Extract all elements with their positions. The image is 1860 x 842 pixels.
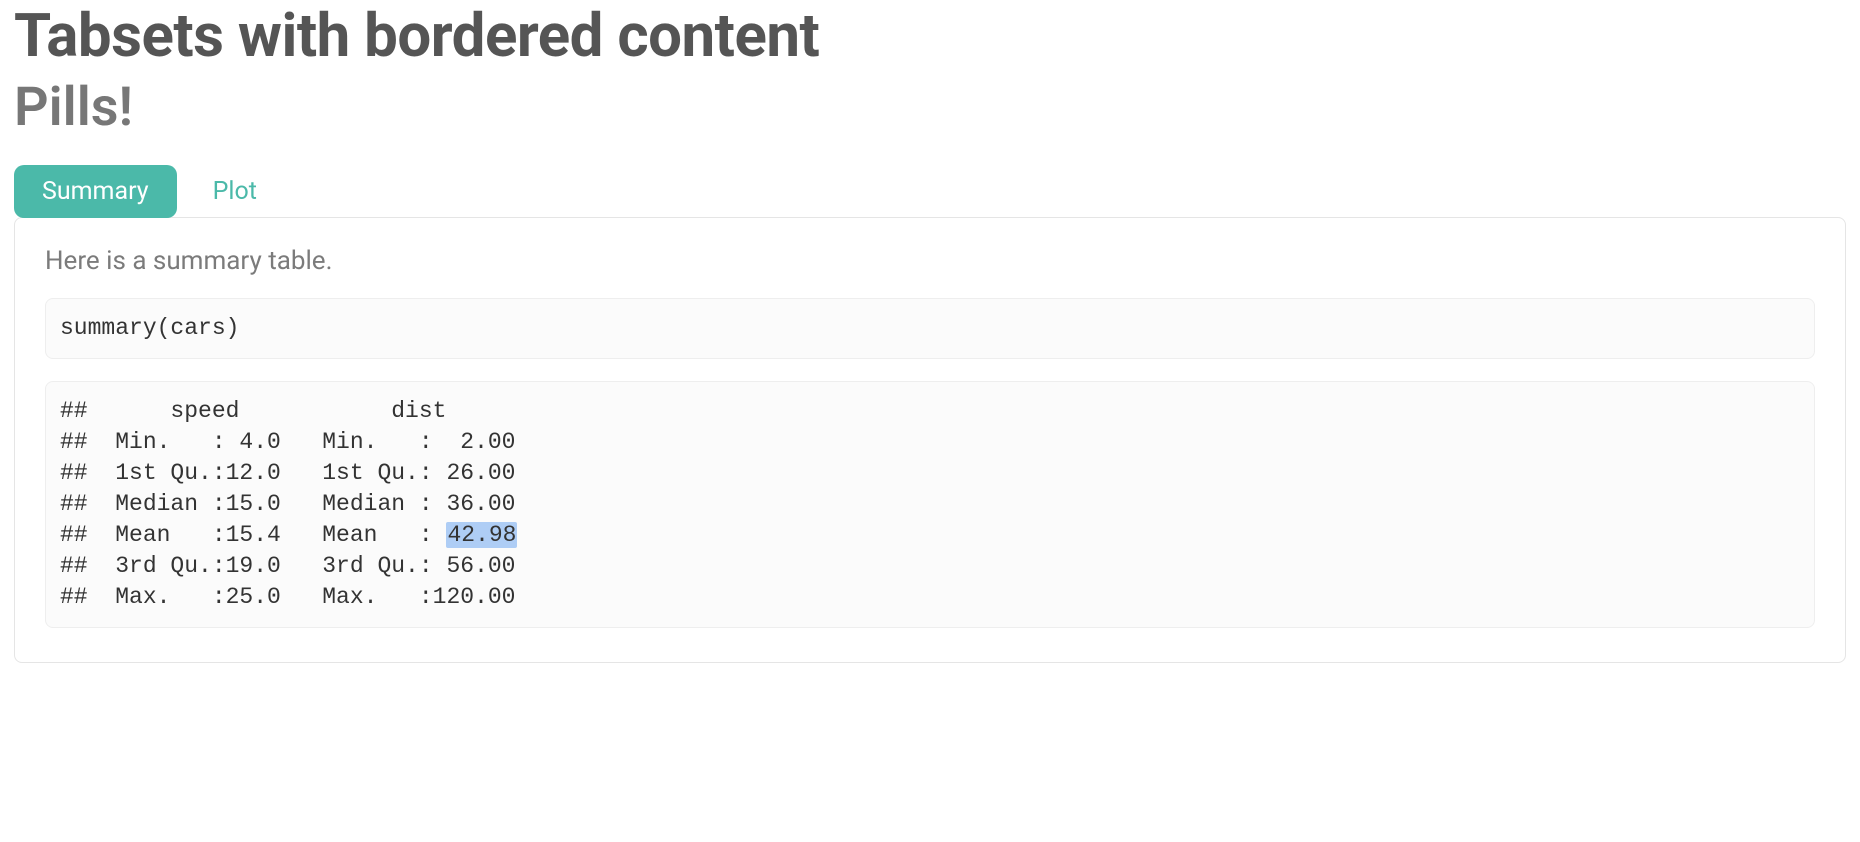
tabset-pills: Summary Plot [14, 165, 1846, 218]
code-input-block: summary(cars) [45, 298, 1815, 359]
code-output-block: ## speed dist ## Min. : 4.0 Min. : 2.00 … [45, 381, 1815, 628]
tab-summary[interactable]: Summary [14, 165, 177, 218]
tab-content-panel: Here is a summary table. summary(cars) #… [14, 217, 1846, 663]
page-title: Tabsets with bordered content [14, 0, 1846, 72]
page-subtitle: Pills! [14, 76, 1846, 141]
tab-plot[interactable]: Plot [185, 165, 285, 218]
highlighted-value: 42.98 [446, 522, 517, 548]
summary-intro-text: Here is a summary table. [45, 246, 1815, 276]
